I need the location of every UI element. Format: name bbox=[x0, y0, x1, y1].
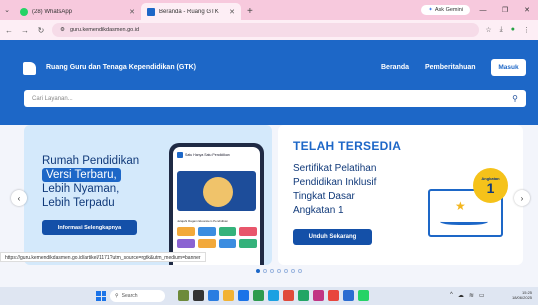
widgets-icon[interactable] bbox=[178, 290, 189, 301]
page-content: Ruang Guru dan Tenaga Kependidikan (GTK)… bbox=[0, 40, 538, 273]
carousel-dot[interactable] bbox=[284, 269, 288, 273]
wifi-icon[interactable]: ≋ bbox=[469, 292, 474, 299]
carousel-dot[interactable] bbox=[263, 269, 267, 273]
windows-taskbar: ⚲ Search ^ ☁ ≋ ▭ 15:25 18/06/2025 bbox=[0, 287, 538, 305]
ask-gemini-label: Ask Gemini bbox=[434, 7, 463, 13]
ask-gemini-button[interactable]: ✦ Ask Gemini bbox=[421, 5, 470, 15]
phone-section-title: Jelajahi Ragam Ekosistem Pendidikan bbox=[177, 219, 229, 223]
minimize-button[interactable]: — bbox=[474, 7, 492, 14]
nav-pemberitahuan[interactable]: Pemberitahuan bbox=[425, 64, 476, 71]
browser-tab-strip: ⌄ (28) WhatsApp ✕ Beranda - Ruang GTK ✕ … bbox=[0, 0, 538, 20]
phone-banner-image bbox=[177, 171, 256, 211]
download-icon[interactable]: ⤓ bbox=[500, 26, 503, 34]
carousel-dot[interactable] bbox=[298, 269, 302, 273]
site-title[interactable]: Ruang Guru dan Tenaga Kependidikan (GTK) bbox=[46, 64, 196, 71]
back-icon[interactable]: ← bbox=[4, 26, 14, 35]
status-bar-url: https://guru.kemendikdasmen.go.id/artike… bbox=[0, 252, 206, 262]
taskbar-apps bbox=[178, 290, 369, 301]
login-button[interactable]: Masuk bbox=[491, 59, 526, 76]
menu-kebab-icon[interactable]: ⋮ bbox=[523, 26, 530, 34]
angkatan-badge: Angkatan 1 bbox=[473, 168, 508, 203]
url-text: guru.kemendikdasmen.go.id bbox=[69, 27, 140, 33]
site-info-icon[interactable]: ⚙ bbox=[60, 27, 65, 33]
carousel-dot[interactable] bbox=[291, 269, 295, 273]
system-tray: ^ ☁ ≋ ▭ bbox=[450, 292, 485, 299]
headline-highlight: Versi Terbaru, bbox=[42, 168, 121, 182]
carousel-dots bbox=[256, 269, 302, 273]
nav-beranda[interactable]: Beranda bbox=[381, 64, 409, 71]
tab-title: Beranda - Ruang GTK bbox=[159, 8, 219, 15]
tray-chevron-icon[interactable]: ^ bbox=[450, 292, 453, 299]
phone-app-header: Satu Hanya Satu Pendidikan bbox=[177, 152, 256, 158]
bookmark-star-icon[interactable]: ☆ bbox=[485, 26, 491, 34]
phone-mockup: Satu Hanya Satu Pendidikan Jelajahi Raga… bbox=[169, 143, 264, 265]
tab-title: (28) WhatsApp bbox=[32, 8, 73, 15]
reload-icon[interactable]: ↻ bbox=[36, 26, 46, 35]
clock-date: 18/06/2025 bbox=[512, 295, 533, 300]
banner-rumah-pendidikan[interactable]: Rumah Pendidikan Versi Terbaru, Lebih Ny… bbox=[24, 125, 272, 265]
battery-icon[interactable]: ▭ bbox=[479, 292, 485, 299]
carousel-prev-icon[interactable]: ‹ bbox=[11, 190, 27, 206]
download-now-button[interactable]: Unduh Sekarang bbox=[293, 229, 372, 245]
carousel-dot[interactable] bbox=[277, 269, 281, 273]
body-line: Tingkat Dasar bbox=[293, 191, 355, 202]
app-icon[interactable] bbox=[208, 290, 219, 301]
address-bar-row: ← → ↻ ⚙ guru.kemendikdasmen.go.id ☆ ⤓ ● … bbox=[0, 20, 538, 40]
more-info-button[interactable]: Informasi Selengkapnya bbox=[42, 220, 137, 235]
search-icon: ⚲ bbox=[115, 293, 119, 299]
file-explorer-icon[interactable] bbox=[223, 290, 234, 301]
maximize-button[interactable]: ❐ bbox=[496, 6, 514, 14]
chrome-icon[interactable] bbox=[328, 290, 339, 301]
close-tab-icon[interactable]: ✕ bbox=[129, 8, 135, 16]
phone-app-grid bbox=[177, 227, 257, 248]
cloud-icon[interactable]: ☁ bbox=[458, 292, 464, 299]
new-tab-button[interactable]: + bbox=[241, 3, 259, 20]
body-line: Sertifikat Pelatihan bbox=[293, 163, 377, 174]
headline-line: Rumah Pendidikan bbox=[42, 155, 140, 167]
banner-title: TELAH TERSEDIA bbox=[293, 139, 402, 153]
carousel-next-icon[interactable]: › bbox=[514, 190, 530, 206]
task-view-icon[interactable] bbox=[193, 290, 204, 301]
gemini-sparkle-icon: ✦ bbox=[428, 7, 433, 13]
site-header: Ruang Guru dan Tenaga Kependidikan (GTK)… bbox=[0, 40, 538, 125]
gtk-logo-icon[interactable] bbox=[23, 62, 36, 75]
badge-number: 1 bbox=[486, 180, 495, 196]
search-input[interactable]: Cari Layanan... ⚲ bbox=[24, 90, 526, 107]
close-tab-icon[interactable]: ✕ bbox=[229, 8, 235, 16]
profile-avatar[interactable]: ● bbox=[511, 26, 515, 34]
phone-header-text: Satu Hanya Satu Pendidikan bbox=[185, 152, 230, 157]
forward-icon[interactable]: → bbox=[20, 26, 30, 35]
close-window-button[interactable]: ✕ bbox=[518, 6, 536, 14]
taskbar-search-label: Search bbox=[121, 293, 138, 299]
search-icon[interactable]: ⚲ bbox=[512, 94, 518, 103]
app-icon[interactable] bbox=[343, 290, 354, 301]
edge-icon[interactable] bbox=[268, 290, 279, 301]
carousel-dot[interactable] bbox=[256, 269, 260, 273]
taskbar-clock[interactable]: 15:25 18/06/2025 bbox=[512, 290, 532, 300]
banner-sertifikat[interactable]: TELAH TERSEDIA Sertifikat Pelatihan Pend… bbox=[278, 125, 523, 265]
app-icon[interactable] bbox=[298, 290, 309, 301]
app-logo-icon bbox=[177, 152, 183, 158]
url-bar[interactable]: ⚙ guru.kemendikdasmen.go.id bbox=[52, 23, 480, 37]
whatsapp-icon bbox=[20, 7, 28, 16]
headline-line: Lebih Terpadu bbox=[42, 197, 115, 209]
banner-body: Sertifikat Pelatihan Pendidikan Inklusif… bbox=[293, 162, 376, 218]
tab-whatsapp[interactable]: (28) WhatsApp ✕ bbox=[14, 3, 141, 20]
body-line: Angkatan 1 bbox=[293, 205, 344, 216]
windows-start-icon[interactable] bbox=[96, 291, 106, 301]
search-placeholder: Cari Layanan... bbox=[32, 95, 73, 102]
carousel-dot[interactable] bbox=[270, 269, 274, 273]
banner-headline: Rumah Pendidikan Versi Terbaru, Lebih Ny… bbox=[42, 154, 139, 210]
tab-ruang-gtk[interactable]: Beranda - Ruang GTK ✕ bbox=[141, 3, 241, 20]
app-icon[interactable] bbox=[253, 290, 264, 301]
body-line: Pendidikan Inklusif bbox=[293, 177, 377, 188]
store-icon[interactable] bbox=[238, 290, 249, 301]
whatsapp-icon[interactable] bbox=[358, 290, 369, 301]
tab-search-icon[interactable]: ⌄ bbox=[0, 0, 14, 20]
gtk-favicon-icon bbox=[147, 7, 155, 16]
app-icon[interactable] bbox=[283, 290, 294, 301]
taskbar-search[interactable]: ⚲ Search bbox=[110, 290, 165, 302]
app-icon[interactable] bbox=[313, 290, 324, 301]
headline-line: Lebih Nyaman, bbox=[42, 183, 120, 195]
